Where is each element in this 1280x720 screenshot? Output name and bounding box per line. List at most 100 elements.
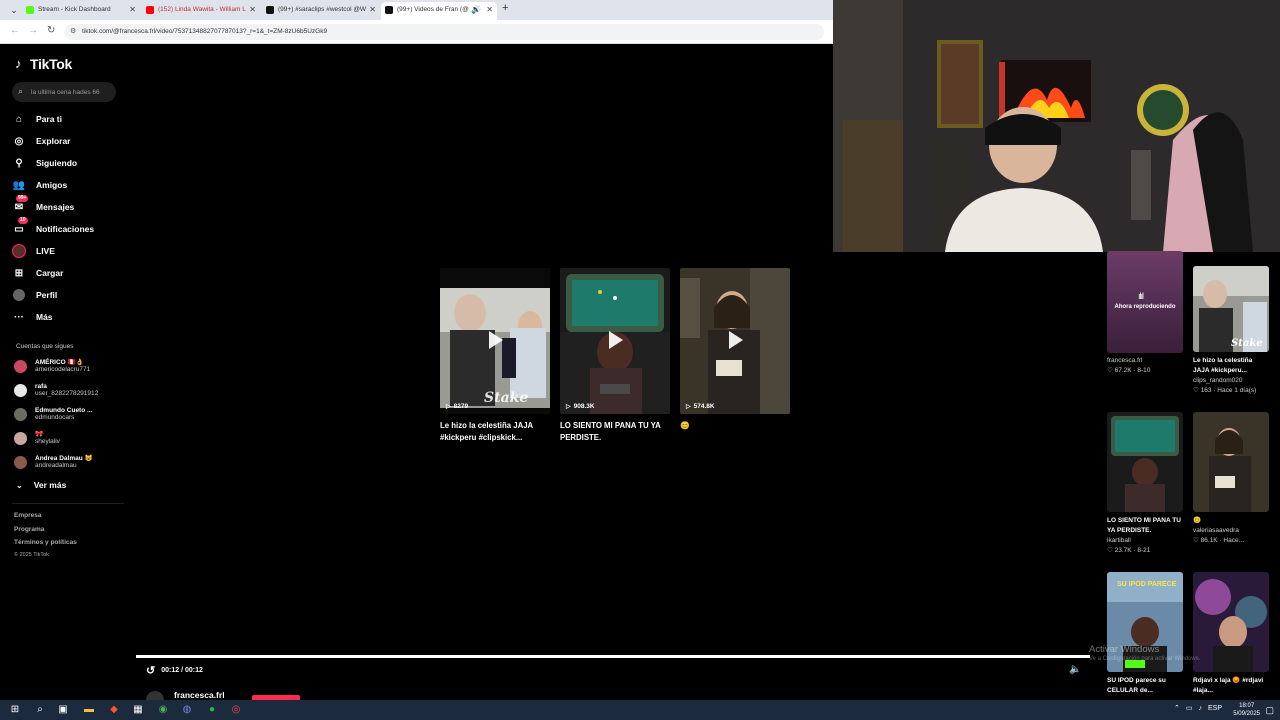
rec-user[interactable]: ikartiball <box>1107 536 1183 546</box>
network-icon[interactable]: ▭ <box>1186 704 1193 712</box>
search-icon[interactable]: ⌕ <box>18 86 28 96</box>
video-title[interactable]: Le hizo la celestiña JAJA #kickperu #cli… <box>440 420 550 444</box>
tab-title: (152) Linda Wawita - William L <box>158 6 246 13</box>
store-icon[interactable]: ▦ <box>131 703 145 717</box>
footer-link-terminos[interactable]: Términos y políticas <box>14 539 77 553</box>
nav-perfil[interactable]: Perfil <box>12 284 124 306</box>
obs-icon[interactable]: ◎ <box>229 703 243 717</box>
nav-explorar[interactable]: ◎ Explorar <box>12 130 124 152</box>
tab-tiktok-fran[interactable]: (99+) Videos de Fran (@fra 🔊 ✕ <box>381 2 497 20</box>
nav-siguiendo[interactable]: ⚲ Siguiendo <box>12 152 124 174</box>
video-progress-bar[interactable] <box>136 655 1090 658</box>
url-field[interactable]: ⚙ tiktok.com/@francesca.frl/video/753713… <box>64 24 824 40</box>
chrome-icon[interactable]: ◉ <box>156 703 170 717</box>
video-card[interactable]: ▷ 908.3K LO SIENTO MI PANA TU YA PERDISTE… <box>560 268 670 444</box>
footer-link-programa[interactable]: Programa <box>14 526 77 540</box>
player-controls: ↺ 00:12 / 00:12 <box>146 664 203 677</box>
nav-mas[interactable]: ··· Más <box>12 306 124 328</box>
forward-icon[interactable]: → <box>28 25 38 36</box>
new-tab-button[interactable]: + <box>502 2 508 14</box>
replay-icon[interactable]: ↺ <box>146 664 155 677</box>
video-thumbnail[interactable]: ▷ 908.3K <box>560 268 670 414</box>
reload-icon[interactable]: ↻ <box>47 25 55 36</box>
close-tab-icon[interactable]: ✕ <box>369 2 376 18</box>
tab-youtube[interactable]: (152) Linda Wawita - William L ✕ <box>142 2 260 20</box>
video-title[interactable]: 😊 <box>680 420 790 432</box>
video-thumbnail[interactable]: Stake ▷ 8279 <box>440 268 550 414</box>
rec-title[interactable]: 😊 <box>1193 516 1269 526</box>
discord-icon[interactable]: ◍ <box>180 703 194 717</box>
task-view-icon[interactable]: ▣ <box>56 703 70 717</box>
tab-tiktok-saraclips[interactable]: (99+) #saraclips #westcol @W ✕ <box>262 2 380 20</box>
recommended-item[interactable]: LO SIENTO MI PANA TU YA PERDISTE. ikarti… <box>1107 412 1183 556</box>
recommended-item[interactable]: 😊 valeriasaavedra ♡ 86.1K · Hace... <box>1193 412 1269 546</box>
tiktok-logo[interactable]: ♪ TikTok <box>15 56 72 72</box>
video-card[interactable]: Stake ▷ 8279 Le hizo la celestiña JAJA #k… <box>440 268 550 444</box>
nav-mensajes[interactable]: ✉ 99+ Mensajes <box>12 195 124 218</box>
close-tab-icon[interactable]: ✕ <box>249 2 256 18</box>
rec-thumbnail[interactable] <box>1193 412 1269 512</box>
notifications-icon[interactable]: ▢ <box>1265 705 1274 716</box>
nav-cargar[interactable]: ⊞ Cargar <box>12 262 124 284</box>
audio-playing-icon[interactable]: 🔊 <box>471 2 481 18</box>
tiktok-favicon-icon <box>385 6 393 14</box>
thumbnail-image <box>1193 412 1269 512</box>
nav-para-ti[interactable]: ⌂ Para ti <box>12 108 124 130</box>
recommended-item[interactable]: SU IPOD PARECE SU IPOD parece su CELULAR… <box>1107 572 1183 696</box>
volume-icon[interactable]: 🔈 <box>1069 664 1081 675</box>
video-thumbnail[interactable]: ▷ 574.8K <box>680 268 790 414</box>
logo-text: TikTok <box>30 56 73 72</box>
rec-title[interactable]: LO SIENTO MI PANA TU YA PERDISTE. <box>1107 516 1183 536</box>
rec-thumbnail[interactable]: Stake <box>1193 266 1269 352</box>
rec-thumbnail[interactable] <box>1107 412 1183 512</box>
nav-amigos[interactable]: 👥 Amigos <box>12 174 124 196</box>
author-name[interactable]: francesca.frl <box>174 690 225 700</box>
video-card[interactable]: ▷ 574.8K 😊 <box>680 268 790 432</box>
nav-live[interactable]: LIVE <box>12 240 124 262</box>
site-info-icon[interactable]: ⚙ <box>70 28 78 36</box>
rec-title[interactable]: Le hizo la celestiña JAJA #kickperu... <box>1193 356 1269 376</box>
brave-icon[interactable]: ◆ <box>107 703 121 717</box>
following-user: americodelacru771 <box>35 366 91 373</box>
rec-thumbnail[interactable] <box>1193 572 1269 672</box>
search-input[interactable] <box>31 85 113 99</box>
back-icon[interactable]: ← <box>10 25 20 36</box>
rec-user[interactable]: valeriasaavedra <box>1193 526 1269 536</box>
clock[interactable]: 18:07 5/09/2025 <box>1233 702 1260 718</box>
following-item[interactable]: AMÉRICO 🇵🇪👌 americodelacru771 <box>14 354 126 378</box>
rec-title[interactable]: Rdjavi x laja 😡 #rdjavi #laja... <box>1193 676 1269 696</box>
following-item[interactable]: Edmundo Cueto ... edmundocars <box>14 402 126 426</box>
close-tab-icon[interactable]: ✕ <box>129 2 136 18</box>
spotify-icon[interactable]: ● <box>205 703 219 717</box>
nav-label: Perfil <box>36 290 58 300</box>
windows-activation-subtitle: Ve a Configuración para activar Windows. <box>1089 656 1201 662</box>
now-playing-thumbnail[interactable]: ılıl Ahora reproduciendo <box>1107 251 1183 353</box>
search-icon[interactable]: ⌕ <box>33 703 47 717</box>
file-explorer-icon[interactable]: ▬ <box>82 703 96 717</box>
rec-title[interactable]: SU IPOD parece su CELULAR de... <box>1107 676 1183 696</box>
tab-search-icon[interactable]: ⌄ <box>8 4 20 16</box>
rec-user[interactable]: clips_random020 <box>1193 376 1269 386</box>
recommended-item[interactable]: Stake Le hizo la celestiña JAJA #kickper… <box>1193 266 1269 396</box>
close-tab-icon[interactable]: ✕ <box>486 2 493 18</box>
tab-kick-dashboard[interactable]: Stream - Kick Dashboard ✕ <box>22 2 140 20</box>
rec-user[interactable]: francesca.frl <box>1107 356 1183 366</box>
following-item[interactable]: rafa user_8282278291912 <box>14 378 126 402</box>
following-item[interactable]: 🎀 sheylaliv <box>14 426 126 450</box>
chevron-up-icon[interactable]: ⌃ <box>1174 704 1180 712</box>
windows-start-icon[interactable]: ⊞ <box>8 703 22 717</box>
volume-icon[interactable]: ♪ <box>1198 705 1202 712</box>
search-box: ⌕ <box>12 82 116 102</box>
recommended-item[interactable]: ılıl Ahora reproduciendo francesca.frl ♡… <box>1107 251 1183 376</box>
following-name: AMÉRICO 🇵🇪👌 <box>35 358 84 366</box>
video-title[interactable]: LO SIENTO MI PANA TU YA PERDISTE. <box>560 420 670 444</box>
footer-link-empresa[interactable]: Empresa <box>14 512 77 526</box>
nav-label: LIVE <box>36 246 55 256</box>
nav-notificaciones[interactable]: ▭ 10 Notificaciones <box>12 217 124 240</box>
nav-label: Mensajes <box>36 202 75 212</box>
recommended-item[interactable]: Rdjavi x laja 😡 #rdjavi #laja... <box>1193 572 1269 696</box>
following-item[interactable]: Andrea Dalmau 😺 andreadalmau <box>14 450 126 474</box>
now-playing-label: Ahora reproduciendo <box>1114 304 1176 310</box>
lang-indicator[interactable]: ESP <box>1208 705 1222 712</box>
ver-mas-button[interactable]: ⌄ Ver más <box>16 480 66 490</box>
